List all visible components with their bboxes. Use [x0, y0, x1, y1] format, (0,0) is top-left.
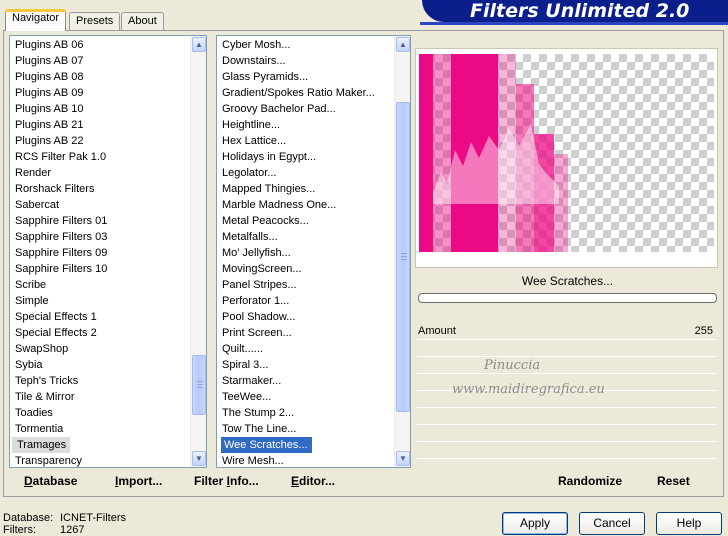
filter-scroll-thumb[interactable] — [396, 102, 410, 412]
list-item[interactable]: Perforator 1... — [217, 293, 394, 309]
scroll-down-icon[interactable]: ▼ — [396, 451, 410, 466]
list-item[interactable]: Downstairs... — [217, 53, 394, 69]
randomize-button[interactable]: Randomize — [558, 474, 622, 488]
watermark-url: www.maidiregrafica.eu — [452, 382, 605, 397]
filters-count-value: 1267 — [60, 524, 85, 536]
database-label: Database: — [3, 512, 54, 524]
selected-filter-name: Wee Scratches... — [521, 274, 614, 288]
list-item[interactable]: Plugins AB 09 — [10, 85, 190, 101]
list-item[interactable]: Tile & Mirror — [10, 389, 190, 405]
selected-item-label: Wee Scratches... — [221, 437, 312, 453]
list-item[interactable]: Glass Pyramids... — [217, 69, 394, 85]
scroll-up-icon[interactable]: ▲ — [396, 37, 410, 52]
list-item[interactable]: Wire Mesh... — [217, 453, 394, 467]
category-scrollbar[interactable]: ▲ ▼ — [190, 36, 206, 467]
cancel-button[interactable]: Cancel — [579, 512, 645, 535]
database-button[interactable]: Database — [24, 474, 77, 488]
list-item[interactable]: Spiral 3... — [217, 357, 394, 373]
param-row — [417, 358, 716, 374]
list-item[interactable]: Plugins AB 22 — [10, 133, 190, 149]
list-item[interactable]: Sapphire Filters 01 — [10, 213, 190, 229]
list-item[interactable]: Plugins AB 10 — [10, 101, 190, 117]
list-item[interactable]: Toadies — [10, 405, 190, 421]
list-item[interactable]: Cyber Mosh... — [217, 37, 394, 53]
help-button[interactable]: Help — [656, 512, 722, 535]
list-item[interactable]: Render — [10, 165, 190, 181]
list-item[interactable]: Heightline... — [217, 117, 394, 133]
list-item[interactable]: Plugins AB 07 — [10, 53, 190, 69]
list-item[interactable]: SwapShop — [10, 341, 190, 357]
selected-item-label: Tramages — [12, 437, 71, 453]
list-item[interactable]: Metal Peacocks... — [217, 213, 394, 229]
param-row — [417, 426, 716, 442]
list-item[interactable]: Hex Lattice... — [217, 133, 394, 149]
param-value[interactable]: 255 — [695, 325, 713, 337]
param-label: Amount — [418, 325, 456, 337]
list-item[interactable]: Starmaker... — [217, 373, 394, 389]
list-item[interactable]: Tormentia — [10, 421, 190, 437]
list-item[interactable]: The Stump 2... — [217, 405, 394, 421]
param-row — [417, 341, 716, 357]
list-item[interactable]: Sapphire Filters 03 — [10, 229, 190, 245]
filter-info-button[interactable]: Filter Info... — [194, 474, 259, 488]
param-row — [417, 443, 716, 459]
editor-button[interactable]: Editor... — [291, 474, 335, 488]
list-item[interactable]: Mapped Thingies... — [217, 181, 394, 197]
list-item[interactable]: TeeWee... — [217, 389, 394, 405]
list-item[interactable]: Rorshack Filters — [10, 181, 190, 197]
app-title-banner: Filters Unlimited 2.0 — [422, 0, 728, 22]
watermark-name: Pinuccia — [484, 358, 541, 373]
list-item[interactable]: Mo' Jellyfish... — [217, 245, 394, 261]
list-item[interactable]: Holidays in Egypt... — [217, 149, 394, 165]
list-item[interactable]: Metalfalls... — [217, 229, 394, 245]
list-item[interactable]: Sapphire Filters 09 — [10, 245, 190, 261]
list-item[interactable]: RCS Filter Pak 1.0 — [10, 149, 190, 165]
list-item[interactable]: Tow The Line... — [217, 421, 394, 437]
scroll-up-icon[interactable]: ▲ — [192, 37, 206, 52]
import-button[interactable]: Import... — [115, 474, 162, 488]
list-item[interactable]: Wee Scratches... — [217, 437, 394, 453]
list-item[interactable]: Panel Stripes... — [217, 277, 394, 293]
list-item[interactable]: Pool Shadow... — [217, 309, 394, 325]
list-item[interactable]: MovingScreen... — [217, 261, 394, 277]
list-item[interactable]: Special Effects 2 — [10, 325, 190, 341]
filter-scrollbar[interactable]: ▲ ▼ — [394, 36, 410, 467]
list-item[interactable]: Plugins AB 08 — [10, 69, 190, 85]
category-scroll-thumb[interactable] — [192, 355, 206, 415]
filters-count-label: Filters: — [3, 524, 36, 536]
preview-artwork — [419, 54, 568, 252]
list-item[interactable]: Groovy Bachelor Pad... — [217, 101, 394, 117]
param-row — [417, 409, 716, 425]
list-item[interactable]: Sapphire Filters 10 — [10, 261, 190, 277]
database-value: ICNET-Filters — [60, 512, 126, 524]
list-item[interactable]: Plugins AB 21 — [10, 117, 190, 133]
list-item[interactable]: Sybia — [10, 357, 190, 373]
tab-presets[interactable]: Presets — [69, 12, 121, 30]
filter-list[interactable]: Cyber Mosh... Downstairs... Glass Pyramids… — [216, 35, 411, 468]
apply-button[interactable]: Apply — [502, 512, 568, 535]
list-item[interactable]: Quilt...... — [217, 341, 394, 357]
param-row-amount[interactable]: Amount 255 — [417, 324, 716, 340]
scroll-down-icon[interactable]: ▼ — [192, 451, 206, 466]
category-list[interactable]: Plugins AB 06 Plugins AB 07 Plugins AB 08 P… — [9, 35, 207, 468]
list-item[interactable]: Simple — [10, 293, 190, 309]
list-item[interactable]: Marble Madness One... — [217, 197, 394, 213]
preview-image — [419, 54, 714, 252]
list-item[interactable]: Sabercat — [10, 197, 190, 213]
list-item[interactable]: Plugins AB 06 — [10, 37, 190, 53]
banner-underline — [420, 22, 728, 25]
list-item[interactable]: Scribe — [10, 277, 190, 293]
list-item[interactable]: Teph's Tricks — [10, 373, 190, 389]
list-item[interactable]: Tramages — [10, 437, 190, 453]
preview-frame — [415, 48, 718, 268]
list-item[interactable]: Legolator... — [217, 165, 394, 181]
reset-button[interactable]: Reset — [657, 474, 690, 488]
list-item[interactable]: Transparency — [10, 453, 190, 467]
list-item[interactable]: Special Effects 1 — [10, 309, 190, 325]
list-item[interactable]: Print Screen... — [217, 325, 394, 341]
tab-navigator[interactable]: Navigator — [5, 9, 67, 31]
list-item[interactable]: Gradient/Spokes Ratio Maker... — [217, 85, 394, 101]
progress-bar — [418, 293, 717, 303]
tab-about[interactable]: About — [121, 12, 164, 30]
